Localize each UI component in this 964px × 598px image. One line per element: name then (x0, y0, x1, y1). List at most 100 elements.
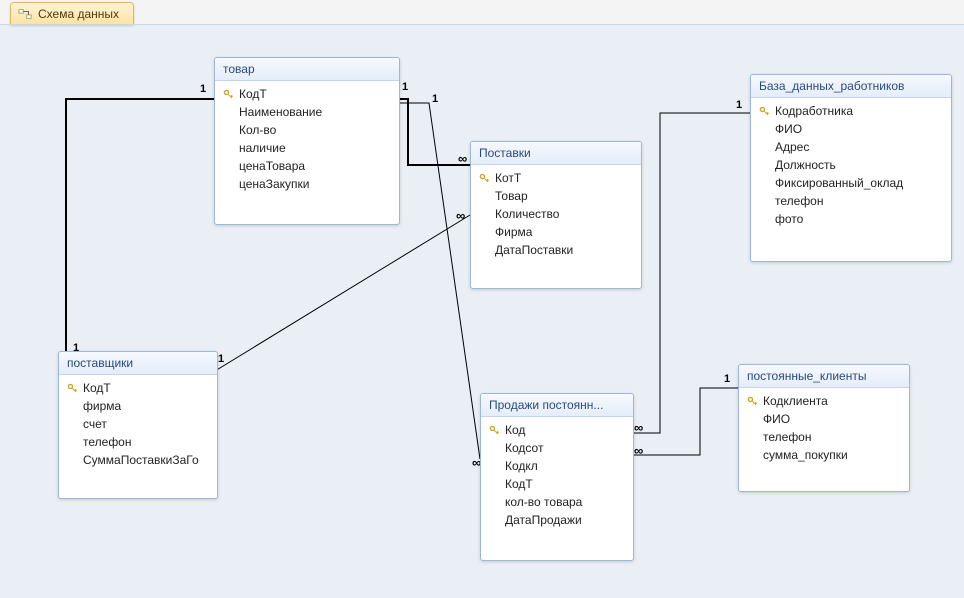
entity-field[interactable]: Код (481, 421, 633, 439)
cardinality-label: 1 (432, 93, 438, 105)
field-name: Количество (495, 207, 559, 221)
field-name: Товар (495, 189, 528, 203)
entity-field[interactable]: фото (751, 210, 951, 228)
entity-field[interactable]: ДатаПоставки (471, 241, 641, 259)
entity-field[interactable]: ДатаПродажи (481, 511, 633, 529)
field-name: Адрес (775, 140, 809, 154)
cardinality-label: 1 (218, 353, 224, 365)
field-name: Фирма (495, 225, 532, 239)
entity-field[interactable]: ценаТовара (215, 157, 399, 175)
field-name: ФИО (775, 122, 802, 136)
entity-field[interactable]: Кодкл (481, 457, 633, 475)
field-name: сумма_покупки (763, 448, 848, 462)
field-name: Кодработника (775, 104, 853, 118)
entity-field[interactable]: телефон (59, 433, 217, 451)
entity-field[interactable]: КотТ (471, 169, 641, 187)
entity-field[interactable]: ФИО (751, 120, 951, 138)
field-name: КодТ (239, 87, 267, 101)
entity-field[interactable]: Фиксированный_оклад (751, 174, 951, 192)
tab-bar: Схема данных (0, 0, 964, 24)
entity-title: Продажи постоянн... (481, 394, 633, 417)
entity-field[interactable]: сумма_покупки (739, 446, 909, 464)
field-name: счет (83, 417, 107, 431)
entity-field[interactable]: Кодработника (751, 102, 951, 120)
entity-field[interactable]: СуммаПоставкиЗаГо (59, 451, 217, 469)
field-name: телефон (775, 194, 824, 208)
entity-field[interactable]: Должность (751, 156, 951, 174)
field-name: Кол-во (239, 123, 276, 137)
entity-title: Поставки (471, 142, 641, 165)
field-name: Кодсот (505, 441, 543, 455)
field-name: Кодклиента (763, 394, 828, 408)
cardinality-label: ∞ (456, 208, 465, 223)
canvas[interactable]: 1 1 1 ∞ 1 ∞ 1 ∞ 1 ∞ 1 ∞ товар КодТНаимен… (0, 24, 964, 598)
field-name: Фиксированный_оклад (775, 176, 903, 190)
entity-field[interactable]: Фирма (471, 223, 641, 241)
field-name: КодТ (505, 477, 533, 491)
entity-sales[interactable]: Продажи постоянн... Код Кодсот Кодкл КодТ ко… (480, 393, 634, 561)
entity-fields: КодТ Наименование Кол-во наличие ценаТовара ц… (215, 81, 399, 197)
relationship-icon (17, 6, 33, 22)
entity-field[interactable]: Адрес (751, 138, 951, 156)
entity-title: База_данных_работников (751, 75, 951, 98)
field-name: Должность (775, 158, 836, 172)
field-name: ФИО (763, 412, 790, 426)
entity-clients[interactable]: постоянные_клиенты Кодклиента ФИО телефон с… (738, 364, 910, 492)
entity-field[interactable]: ФИО (739, 410, 909, 428)
entity-field[interactable]: наличие (215, 139, 399, 157)
entity-field[interactable]: Количество (471, 205, 641, 223)
entity-field[interactable]: Кодклиента (739, 392, 909, 410)
field-name: Код (505, 423, 525, 437)
field-name: Наименование (239, 105, 322, 119)
primary-key-icon (757, 104, 771, 118)
field-name: СуммаПоставкиЗаГо (83, 453, 199, 467)
entity-fields: КодТ фирма счет телефон СуммаПоставкиЗаГо (59, 375, 217, 473)
field-name: телефон (763, 430, 812, 444)
field-name: телефон (83, 435, 132, 449)
entity-field[interactable]: Наименование (215, 103, 399, 121)
entity-suppliers[interactable]: поставщики КодТ фирма счет телефон СуммаПост… (58, 351, 218, 499)
entity-field[interactable]: КодТ (481, 475, 633, 493)
entity-field[interactable]: КодТ (59, 379, 217, 397)
entity-field[interactable]: кол-во товара (481, 493, 633, 511)
entity-title: постоянные_клиенты (739, 365, 909, 388)
field-name: фото (775, 212, 803, 226)
entity-field[interactable]: КодТ (215, 85, 399, 103)
tab-title: Схема данных (38, 7, 119, 21)
entity-title: товар (215, 58, 399, 81)
field-name: наличие (239, 141, 286, 155)
field-name: ценаТовара (239, 159, 305, 173)
entity-workers[interactable]: База_данных_работников Кодработника ФИО Ад… (750, 74, 952, 262)
entity-fields: КотТ Товар Количество Фирма ДатаПоставки (471, 165, 641, 263)
entity-field[interactable]: Кодсот (481, 439, 633, 457)
primary-key-icon (65, 381, 79, 395)
entity-field[interactable]: фирма (59, 397, 217, 415)
field-name: ценаЗакупки (239, 177, 309, 191)
field-name: ДатаПоставки (495, 243, 573, 257)
primary-key-icon (477, 171, 491, 185)
entity-field[interactable]: Товар (471, 187, 641, 205)
entity-title: поставщики (59, 352, 217, 375)
entity-tovar[interactable]: товар КодТ Наименование Кол-во наличие ценаТ… (214, 57, 400, 225)
primary-key-icon (745, 394, 759, 408)
primary-key-icon (487, 423, 501, 437)
cardinality-label: ∞ (634, 443, 643, 458)
workspace: Схема данных 1 1 1 ∞ 1 ∞ 1 ∞ 1 ∞ 1 (0, 0, 964, 598)
entity-field[interactable]: ценаЗакупки (215, 175, 399, 193)
entity-field[interactable]: счет (59, 415, 217, 433)
entity-postavki[interactable]: Поставки КотТ Товар Количество Фирма ДатаПос… (470, 141, 642, 289)
field-name: КодТ (83, 381, 111, 395)
primary-key-icon (221, 87, 235, 101)
cardinality-label: ∞ (634, 420, 643, 435)
entity-fields: Кодработника ФИО Адрес Должность Фиксированн… (751, 98, 951, 232)
cardinality-label: 1 (402, 81, 408, 93)
field-name: ДатаПродажи (505, 513, 582, 527)
tab-schema[interactable]: Схема данных (10, 2, 134, 25)
entity-field[interactable]: Кол-во (215, 121, 399, 139)
entity-field[interactable]: телефон (739, 428, 909, 446)
field-name: КотТ (495, 171, 521, 185)
field-name: кол-во товара (505, 495, 582, 509)
entity-field[interactable]: телефон (751, 192, 951, 210)
field-name: фирма (83, 399, 121, 413)
cardinality-label: 1 (736, 99, 742, 111)
